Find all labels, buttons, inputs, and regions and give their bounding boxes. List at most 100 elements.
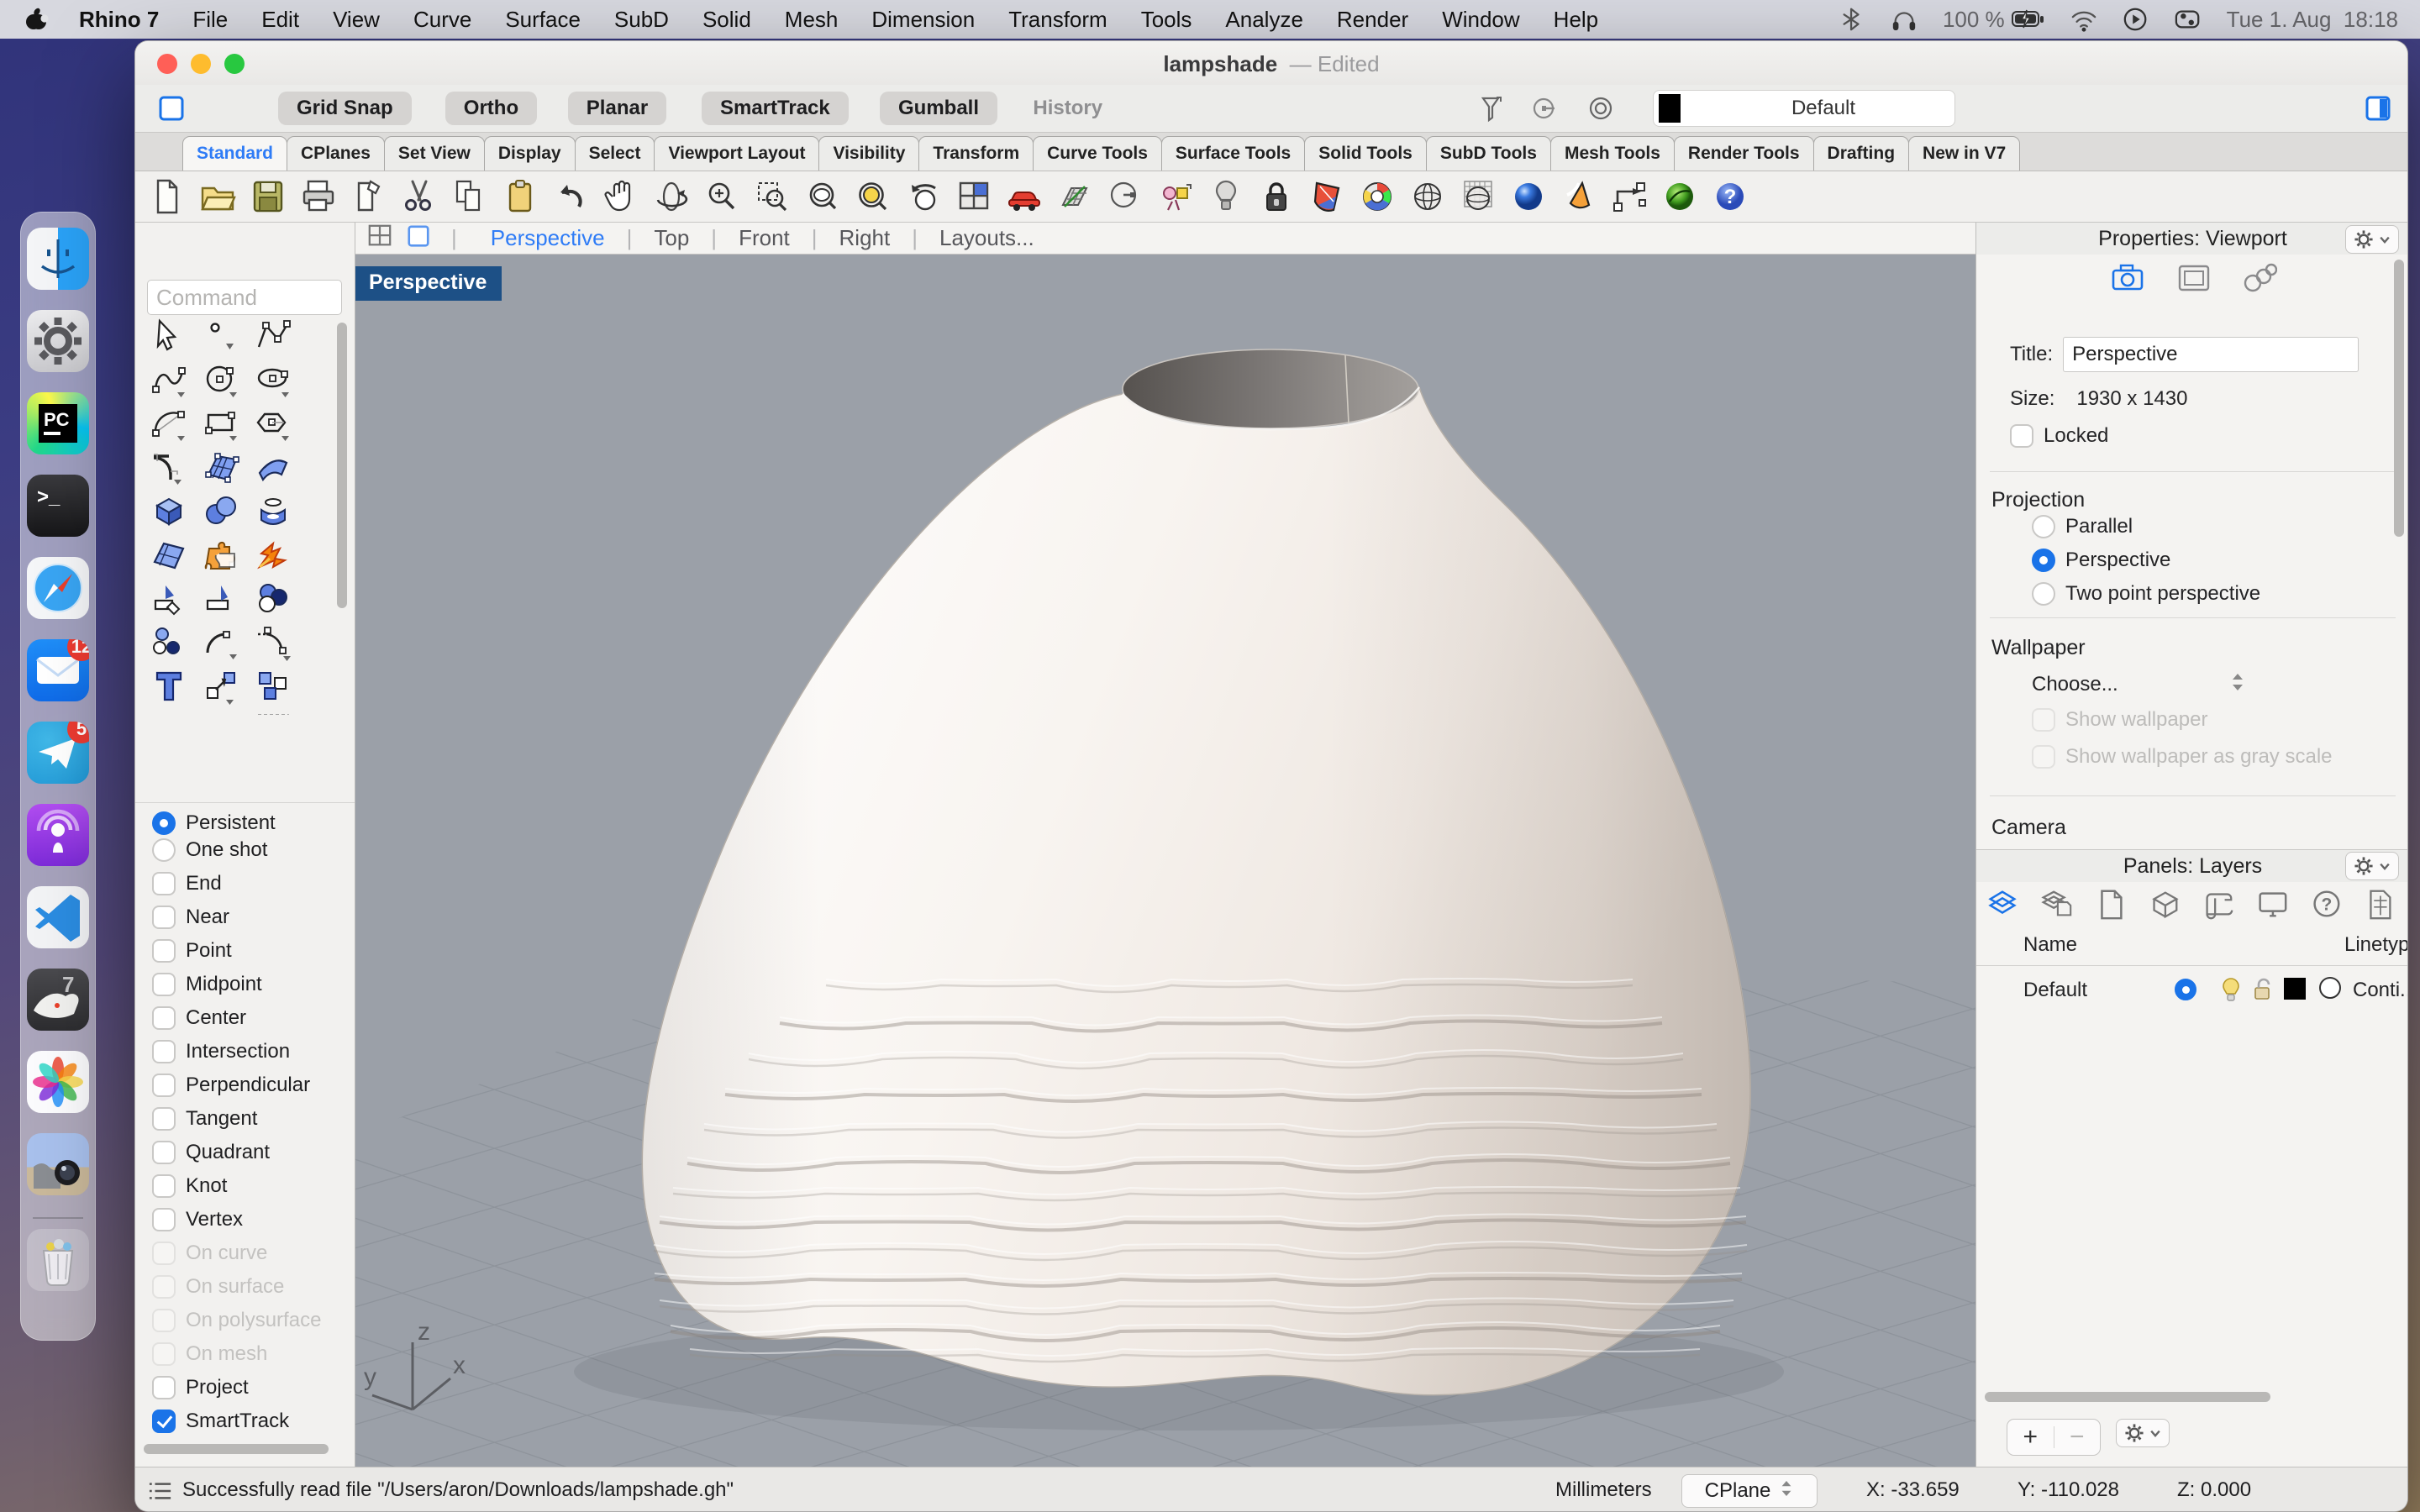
menu-item-mesh[interactable]: Mesh <box>785 7 839 33</box>
tab-standard[interactable]: Standard <box>182 136 287 171</box>
sidebar-hscrollbar[interactable] <box>144 1444 329 1454</box>
osnap-check-smarttrack[interactable]: SmartTrack <box>152 1407 289 1436</box>
properties-scrollbar[interactable] <box>2394 260 2404 537</box>
tab-viewport-layout[interactable]: Viewport Layout <box>654 136 819 171</box>
camera-icon[interactable] <box>2109 260 2146 301</box>
layer-color-swatch[interactable] <box>2284 978 2306 1000</box>
control-center-icon[interactable] <box>2175 6 2202 33</box>
toolbar-print-icon[interactable] <box>298 176 339 217</box>
tool-palette-scrollbar[interactable] <box>337 323 347 608</box>
tool-boolean-union[interactable] <box>201 535 245 575</box>
page-icon[interactable] <box>2092 886 2128 926</box>
tool-polygon[interactable] <box>253 404 297 444</box>
toolbar-wireframe-sphere-icon[interactable] <box>1407 176 1448 217</box>
osnap-check-project[interactable]: Project <box>152 1373 249 1402</box>
toolbar-zoom-dynamic-icon[interactable] <box>702 176 742 217</box>
menu-item-curve[interactable]: Curve <box>413 7 471 33</box>
add-layer-button[interactable]: + <box>2007 1423 2054 1452</box>
tool-curve[interactable] <box>149 360 192 401</box>
menu-app-name[interactable]: Rhino 7 <box>79 7 159 33</box>
bluetooth-icon[interactable] <box>1839 6 1865 33</box>
tool-array[interactable] <box>201 710 245 715</box>
tab-select[interactable]: Select <box>575 136 655 171</box>
column-linetype[interactable]: Linetype <box>2344 933 2408 957</box>
osnap-check-end[interactable]: End <box>152 869 222 898</box>
dock-item-terminal[interactable]: >_ <box>27 475 89 537</box>
tool-surface-from-points[interactable] <box>201 448 245 488</box>
units-label[interactable]: Millimeters <box>1555 1478 1652 1502</box>
radio-one-shot[interactable] <box>152 838 176 862</box>
current-layer-indicator[interactable] <box>2175 979 2196 1000</box>
menu-item-dimension[interactable]: Dimension <box>871 7 975 33</box>
dock-item-rhino[interactable]: 7 <box>27 969 89 1031</box>
tool-arc[interactable] <box>149 404 192 444</box>
record-history-icon[interactable] <box>1531 94 1560 127</box>
checkbox-point[interactable] <box>152 939 176 963</box>
tab-surface-tools[interactable]: Surface Tools <box>1161 136 1305 171</box>
tab-set-view[interactable]: Set View <box>384 136 485 171</box>
layer-visible-icon[interactable] <box>2217 975 2245 1008</box>
projection-two-point-perspective[interactable]: Two point perspective <box>2032 582 2260 606</box>
tool-curve-points[interactable] <box>149 622 192 663</box>
tab-new-in-v7[interactable]: New in V7 <box>1908 136 2020 171</box>
sublayers-icon[interactable] <box>2039 886 2074 926</box>
checkbox-project[interactable] <box>152 1376 176 1399</box>
tool-boolean-circles[interactable] <box>253 579 297 619</box>
four-viewports-toggle-icon[interactable] <box>367 223 392 253</box>
viewport-title-input[interactable] <box>2063 337 2359 372</box>
dock-item-safari[interactable] <box>27 557 89 619</box>
command-input[interactable] <box>147 280 342 315</box>
tab-display[interactable]: Display <box>484 136 576 171</box>
checkbox-near[interactable] <box>152 906 176 929</box>
viewport-canvas[interactable] <box>355 255 1975 1467</box>
tab-transform[interactable]: Transform <box>918 136 1034 171</box>
viewport-tab-right[interactable]: Right <box>818 225 913 251</box>
layers-hscrollbar[interactable] <box>1985 1392 2270 1402</box>
toolbar-open-file-icon[interactable] <box>197 176 238 217</box>
tab-render-tools[interactable]: Render Tools <box>1674 136 1814 171</box>
tool-fillet-curve[interactable] <box>149 448 192 488</box>
single-viewport-toggle-icon[interactable] <box>406 223 431 253</box>
toolbar-copy-stamp-icon[interactable] <box>349 176 389 217</box>
toggle-ortho[interactable]: Ortho <box>445 92 537 125</box>
panel-toggle-right-icon[interactable] <box>2364 94 2392 127</box>
menu-item-transform[interactable]: Transform <box>1008 7 1107 33</box>
tool-trim[interactable] <box>149 579 192 619</box>
checkbox-end[interactable] <box>152 872 176 895</box>
dock-item-finder[interactable] <box>27 228 89 290</box>
toolbar-grasshopper-icon[interactable] <box>1660 176 1700 217</box>
osnap-check-quadrant[interactable]: Quadrant <box>152 1138 270 1167</box>
history-toggle[interactable]: History <box>1033 92 1102 125</box>
toolbar-save-icon[interactable] <box>248 176 288 217</box>
dock-item-telegram[interactable]: 5 <box>27 722 89 784</box>
radio-parallel[interactable] <box>2032 515 2055 538</box>
toolbar-shaded-viewport-icon[interactable] <box>1307 176 1347 217</box>
dock-item-trash[interactable] <box>27 1229 89 1291</box>
menu-item-edit[interactable]: Edit <box>261 7 299 33</box>
viewport-badge[interactable]: Perspective <box>355 266 502 301</box>
menu-item-subd[interactable]: SubD <box>614 7 669 33</box>
checkbox-quadrant[interactable] <box>152 1141 176 1164</box>
toolbar-cplane-grid-icon[interactable] <box>1055 176 1095 217</box>
osnap-check-tangent[interactable]: Tangent <box>152 1105 257 1133</box>
toolbar-lightbulb-icon[interactable] <box>1206 176 1246 217</box>
osnap-check-perpendicular[interactable]: Perpendicular <box>152 1071 310 1100</box>
tab-cplanes[interactable]: CPlanes <box>287 136 385 171</box>
osnap-check-intersection[interactable]: Intersection <box>152 1037 290 1066</box>
layers-footer-gear-button[interactable] <box>2116 1419 2170 1447</box>
tool-group[interactable] <box>253 710 297 715</box>
toolbar-annotate-history-icon[interactable] <box>1609 176 1649 217</box>
toggle-planar[interactable]: Planar <box>568 92 666 125</box>
tool-select-arrow[interactable] <box>149 317 192 357</box>
toolbar-raytraced-cone-icon[interactable] <box>1559 176 1599 217</box>
projection-perspective[interactable]: Perspective <box>2032 549 2170 572</box>
play-circle-icon[interactable] <box>2123 6 2149 33</box>
tool-fillet[interactable] <box>201 622 245 663</box>
checkbox-midpoint[interactable] <box>152 973 176 996</box>
layers-gear-button[interactable] <box>2345 852 2399 880</box>
menu-item-render[interactable]: Render <box>1337 7 1408 33</box>
tab-subd-tools[interactable]: SubD Tools <box>1426 136 1551 171</box>
locked-checkbox[interactable] <box>2010 424 2033 448</box>
toolbar-undo-view-icon[interactable] <box>903 176 944 217</box>
toggle-gumball[interactable]: Gumball <box>880 92 997 125</box>
